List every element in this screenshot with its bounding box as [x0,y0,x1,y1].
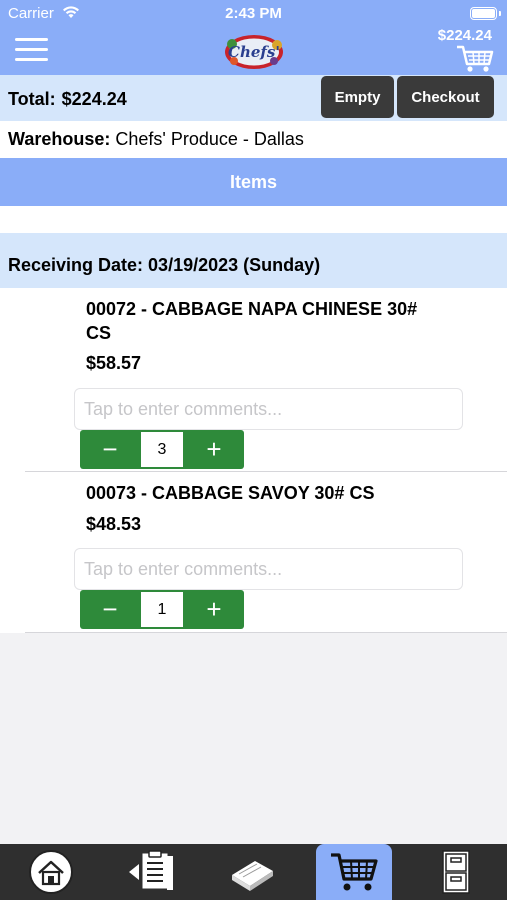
quantity-value[interactable]: 3 [141,432,183,467]
order-total: Total: $224.24 [8,89,127,109]
battery-icon [470,7,501,20]
tab-invoices[interactable] [418,844,494,900]
home-icon [29,850,73,894]
svg-text:Chefs': Chefs' [228,43,280,61]
divider [25,632,507,633]
cart-icon[interactable] [455,44,495,74]
clock: 2:43 PM [225,5,282,22]
chefs-logo: Chefs' [225,35,283,69]
filing-cabinet-icon [442,850,470,894]
warehouse-value: Chefs' Produce - Dallas [115,129,304,149]
empty-cart-button[interactable]: Empty [321,76,394,118]
hamburger-menu-button[interactable] [15,38,48,62]
quantity-stepper: − 1 + [80,590,244,629]
divider [25,471,507,472]
item-name: 00073 - CABBAGE SAVOY 30# CS [86,483,375,503]
item-name: 00072 - CABBAGE NAPA CHINESE 30# CS [86,299,418,343]
catalog-book-icon [232,861,273,891]
items-section-header: Items [0,158,507,206]
decrease-quantity-button[interactable]: − [80,430,140,469]
order-total-amount: $224.24 [61,89,127,109]
tab-cart[interactable] [316,844,392,900]
receiving-date: Receiving Date: 03/19/2023 (Sunday) [0,233,507,288]
spacer [0,206,507,233]
app-header: Carrier 2:43 PM Chefs' $224.24 [0,0,507,75]
increase-quantity-button[interactable]: + [184,590,244,629]
item-price: $48.53 [86,514,142,534]
cart-item-list: 00072 - CABBAGE NAPA CHINESE 30# CS $58.… [0,288,507,633]
bottom-tab-bar [0,844,507,900]
item-price: $58.57 [86,353,142,373]
decrease-quantity-button[interactable]: − [80,590,140,629]
cart-icon [331,853,378,891]
checkout-button[interactable]: Checkout [397,76,494,118]
warehouse-row: Warehouse: Chefs' Produce - Dallas [0,121,507,158]
order-list-icon [129,850,173,890]
tab-orders[interactable] [114,844,190,900]
comment-field[interactable]: Tap to enter comments... [74,388,463,430]
tab-catalog[interactable] [214,844,290,900]
quantity-value[interactable]: 1 [141,592,183,627]
status-bar: Carrier 2:43 PM [0,0,507,28]
tab-home[interactable] [13,844,89,900]
header-cart-total: $224.24 [437,27,492,44]
increase-quantity-button[interactable]: + [184,430,244,469]
warehouse-label: Warehouse: [8,129,111,149]
comment-field[interactable]: Tap to enter comments... [74,548,463,590]
quantity-stepper: − 3 + [80,430,244,469]
